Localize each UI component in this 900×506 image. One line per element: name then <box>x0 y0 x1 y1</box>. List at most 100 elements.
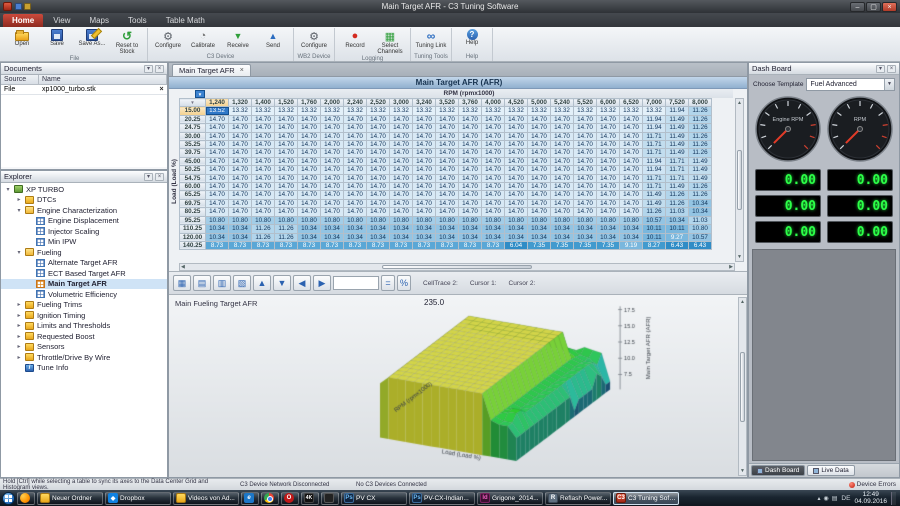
afr-cell[interactable]: 14.70 <box>436 115 459 123</box>
afr-cell[interactable]: 13.32 <box>574 107 597 115</box>
afr-cell[interactable]: 11.71 <box>643 174 666 182</box>
afr-cell[interactable]: 13.32 <box>528 107 551 115</box>
afr-cell[interactable]: 11.26 <box>275 225 298 233</box>
afr-cell[interactable]: 10.11 <box>643 225 666 233</box>
afr-cell[interactable]: 14.70 <box>574 124 597 132</box>
afr-cell[interactable]: 10.34 <box>551 225 574 233</box>
rpm-column-header[interactable]: 1,400 <box>252 99 275 107</box>
afr-cell[interactable]: 14.70 <box>390 183 413 191</box>
document-close-icon[interactable]: × <box>156 86 167 93</box>
afr-cell[interactable]: 11.49 <box>643 191 666 199</box>
afr-cell[interactable]: 13.32 <box>390 107 413 115</box>
afr-cell[interactable]: 14.70 <box>367 183 390 191</box>
afr-cell[interactable]: 8.27 <box>643 241 666 249</box>
afr-cell[interactable]: 14.70 <box>367 166 390 174</box>
decrement-button[interactable]: ▼ <box>273 275 291 291</box>
afr-cell[interactable]: 10.34 <box>459 225 482 233</box>
afr-cell[interactable]: 14.70 <box>229 191 252 199</box>
afr-cell[interactable]: 14.70 <box>482 157 505 165</box>
afr-cell[interactable]: 14.70 <box>229 183 252 191</box>
afr-cell[interactable]: 14.70 <box>505 141 528 149</box>
afr-cell[interactable]: 14.70 <box>482 115 505 123</box>
rpm-column-header[interactable]: 3,520 <box>436 99 459 107</box>
afr-cell[interactable]: 14.70 <box>551 191 574 199</box>
cell-dropdown-button[interactable]: ▼ <box>195 90 205 98</box>
afr-cell[interactable]: 14.70 <box>574 166 597 174</box>
afr-cell[interactable]: 10.80 <box>252 216 275 224</box>
explorer-item-xp-turbo[interactable]: ▾XP TURBO <box>1 184 167 195</box>
menu-tab-home[interactable]: Home <box>3 14 43 27</box>
afr-cell[interactable]: 14.70 <box>321 166 344 174</box>
shift-left-button[interactable]: ◀ <box>293 275 311 291</box>
load-row-header[interactable]: 60.00 <box>180 183 206 191</box>
afr-cell[interactable]: 14.70 <box>252 124 275 132</box>
rpm-column-header[interactable]: 7,520 <box>666 99 689 107</box>
afr-cell[interactable]: 14.70 <box>482 149 505 157</box>
ribbon-button-receive[interactable]: Receive <box>221 28 255 53</box>
panel-pin-icon[interactable]: ▾ <box>876 65 885 73</box>
afr-cell[interactable]: 14.70 <box>275 132 298 140</box>
afr-cell[interactable]: 14.70 <box>229 157 252 165</box>
afr-cell[interactable]: 10.34 <box>229 233 252 241</box>
afr-cell[interactable]: 14.70 <box>367 124 390 132</box>
ribbon-button-reset-to-stock[interactable]: Reset to Stock <box>110 28 144 55</box>
afr-cell[interactable]: 14.70 <box>252 174 275 182</box>
panel-close-icon[interactable]: × <box>155 173 164 181</box>
afr-cell[interactable]: 11.71 <box>666 174 689 182</box>
explorer-item-injector-scaling[interactable]: Injector Scaling <box>1 226 167 237</box>
load-row-header[interactable]: 69.75 <box>180 199 206 207</box>
scroll-up-icon[interactable]: ▲ <box>739 298 746 306</box>
language-indicator[interactable]: DE <box>841 495 850 502</box>
afr-cell[interactable]: 14.70 <box>505 124 528 132</box>
afr-cell[interactable]: 14.70 <box>344 174 367 182</box>
afr-cell[interactable]: 14.70 <box>206 208 229 216</box>
afr-cell[interactable]: 14.70 <box>528 166 551 174</box>
afr-cell[interactable]: 14.70 <box>298 149 321 157</box>
dashboard-tab-dash-board[interactable]: Dash Board <box>751 465 805 476</box>
scrollbar-thumb[interactable] <box>740 352 745 422</box>
afr-cell[interactable]: 14.70 <box>551 141 574 149</box>
afr-cell[interactable]: 14.70 <box>505 115 528 123</box>
expand-icon[interactable]: ▸ <box>16 196 22 203</box>
afr-cell[interactable]: 11.94 <box>643 124 666 132</box>
afr-cell[interactable]: 14.70 <box>275 141 298 149</box>
afr-cell[interactable]: 14.70 <box>390 166 413 174</box>
load-row-header[interactable]: 65.25 <box>180 191 206 199</box>
afr-cell[interactable]: 14.70 <box>252 208 275 216</box>
afr-cell[interactable]: 14.70 <box>528 124 551 132</box>
afr-cell[interactable]: 11.94 <box>643 166 666 174</box>
afr-cell[interactable]: 14.70 <box>459 124 482 132</box>
afr-cell[interactable]: 14.70 <box>298 174 321 182</box>
load-row-header[interactable]: 50.25 <box>180 166 206 174</box>
afr-cell[interactable]: 14.70 <box>206 149 229 157</box>
afr-cell[interactable]: 14.70 <box>252 191 275 199</box>
afr-cell[interactable]: 13.32 <box>275 107 298 115</box>
explorer-item-main-target-afr[interactable]: Main Target AFR <box>1 279 167 290</box>
afr-cell[interactable]: 14.70 <box>344 208 367 216</box>
afr-cell[interactable]: 14.70 <box>321 149 344 157</box>
afr-cell[interactable]: 14.70 <box>390 174 413 182</box>
afr-cell[interactable]: 14.70 <box>620 199 643 207</box>
afr-cell[interactable]: 10.80 <box>298 216 321 224</box>
afr-cell[interactable]: 14.70 <box>597 157 620 165</box>
afr-cell[interactable]: 14.70 <box>321 208 344 216</box>
afr-cell[interactable]: 11.26 <box>252 225 275 233</box>
ribbon-button-configure[interactable]: Configure <box>151 28 185 53</box>
afr-cell[interactable]: 14.70 <box>321 141 344 149</box>
afr-cell[interactable]: 10.80 <box>597 216 620 224</box>
afr-cell[interactable]: 13.32 <box>620 107 643 115</box>
afr-cell[interactable]: 11.49 <box>666 183 689 191</box>
afr-cell[interactable]: 8.73 <box>275 241 298 249</box>
rpm-column-header[interactable]: 3,000 <box>390 99 413 107</box>
afr-cell[interactable]: 10.34 <box>528 225 551 233</box>
afr-cell[interactable]: 14.70 <box>298 141 321 149</box>
afr-cell[interactable]: 14.70 <box>367 149 390 157</box>
afr-cell[interactable]: 10.34 <box>482 225 505 233</box>
afr-cell[interactable]: 14.70 <box>390 208 413 216</box>
panel-close-icon[interactable]: × <box>155 65 164 73</box>
afr-cell[interactable]: 10.80 <box>689 225 712 233</box>
afr-cell[interactable]: 14.70 <box>459 199 482 207</box>
afr-cell[interactable]: 14.70 <box>275 183 298 191</box>
interpolate-button[interactable]: ▧ <box>233 275 251 291</box>
afr-cell[interactable]: 14.70 <box>252 183 275 191</box>
